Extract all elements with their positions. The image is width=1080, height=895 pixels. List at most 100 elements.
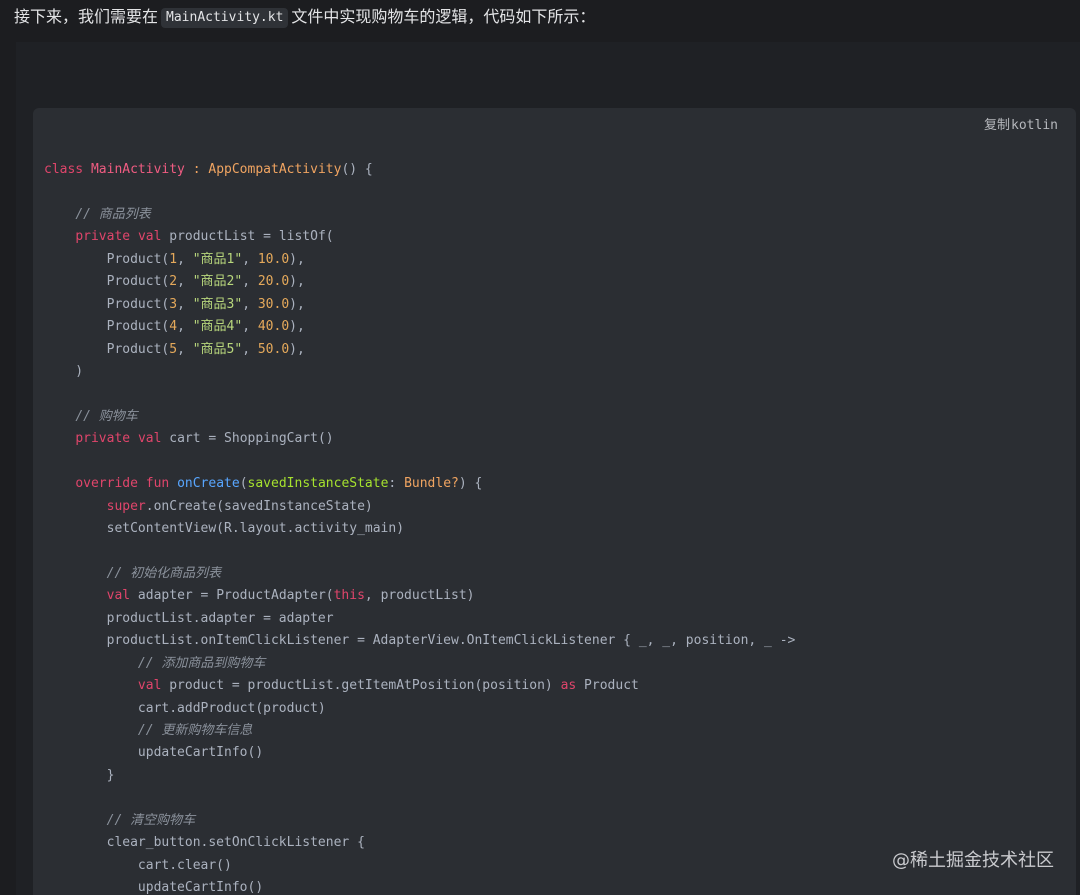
code-token: 3: [169, 296, 178, 312]
watermark: @稀土掘金技术社区: [892, 850, 1054, 871]
code-token: val: [106, 588, 131, 604]
code-token: "商品1": [192, 251, 243, 267]
code-token: ,: [177, 296, 193, 312]
code-token: // 商品列表: [75, 206, 151, 222]
code-line: Product(2, "商品2", 20.0),: [44, 271, 1076, 293]
code-line: private val productList = listOf(: [44, 226, 1076, 248]
code-line: // 更新购物车信息: [44, 720, 1076, 742]
code-token: 50.0: [257, 341, 290, 357]
code-token: 4: [169, 319, 178, 335]
code-token: 2: [169, 274, 178, 290]
code-token: "商品4": [192, 319, 243, 335]
code-line: Product(1, "商品1", 10.0),: [44, 249, 1076, 271]
code-token: clear_button.setOnClickListener {: [44, 835, 365, 851]
code-token: cart.addProduct(product): [44, 700, 326, 716]
code-token: // 更新购物车信息: [137, 722, 253, 738]
code-token: "商品2": [192, 274, 243, 290]
code-token: 30.0: [257, 296, 290, 312]
code-token: val: [137, 678, 162, 694]
code-token: ),: [289, 274, 305, 290]
code-token: as: [560, 678, 577, 694]
code-token: ,: [177, 251, 193, 267]
code-token: cart = ShoppingCart(): [161, 431, 334, 447]
code-line: updateCartInfo(): [44, 742, 1076, 764]
code-line: }: [44, 765, 1076, 787]
code-token: AppCompatActivity: [208, 162, 342, 177]
code-token: ),: [289, 251, 305, 267]
code-token: , productList): [364, 588, 475, 604]
code-line: setContentView(R.layout.activity_main): [44, 518, 1076, 540]
code-token: ),: [289, 341, 305, 357]
code-token: ,: [242, 251, 258, 267]
code-line: override fun onCreate(savedInstanceState…: [44, 473, 1076, 495]
code-token: productList = listOf(: [161, 229, 334, 245]
inline-code-filename: MainActivity.kt: [161, 8, 289, 28]
code-token: ),: [289, 296, 305, 312]
code-token: fun: [145, 476, 170, 492]
code-token: productList.onItemClickListener = Adapte…: [44, 633, 796, 649]
code-line: cart.addProduct(product): [44, 698, 1076, 720]
code-token: :: [388, 476, 405, 492]
code-token: () {: [341, 162, 373, 177]
code-line: val adapter = ProductAdapter(this, produ…: [44, 585, 1076, 607]
code-token: Bundle?: [404, 476, 459, 492]
code-token: super: [106, 498, 146, 514]
code-line: super.onCreate(savedInstanceState): [44, 496, 1076, 518]
code-token: productList.adapter = adapter: [44, 610, 334, 626]
code-line: // 清空购物车: [44, 810, 1076, 832]
code-token: setContentView(R.layout.activity_main): [44, 521, 405, 536]
code-token: Product(: [44, 341, 170, 357]
code-token: Product(: [44, 251, 170, 267]
code-token: (: [239, 476, 248, 492]
code-token: ,: [242, 341, 258, 357]
code-token: 20.0: [257, 274, 290, 290]
code-token: ,: [242, 319, 258, 335]
code-line: class MainActivity : AppCompatActivity()…: [44, 159, 1076, 181]
copy-button[interactable]: 复制: [984, 118, 1010, 133]
code-token: ,: [177, 341, 193, 357]
code-token: onCreate: [177, 476, 240, 492]
code-token: ,: [177, 319, 193, 335]
code-token: 5: [169, 341, 178, 357]
code-token: ),: [289, 319, 305, 335]
code-token: savedInstanceState: [247, 476, 389, 492]
code-token: // 清空购物车: [106, 812, 196, 828]
code-token: class: [44, 162, 84, 177]
code-line: // 购物车: [44, 406, 1076, 428]
code-token: override: [75, 476, 138, 492]
code-token: // 初始化商品列表: [106, 565, 222, 581]
code-token: cart.clear(): [44, 857, 232, 873]
code-token: updateCartInfo(): [44, 880, 264, 895]
code-token: Product(: [44, 274, 170, 290]
code-token: ,: [242, 274, 258, 290]
code-line: Product(5, "商品5", 50.0),: [44, 339, 1076, 361]
code-token: val: [137, 229, 162, 245]
intro-text-after: 文件中实现购物车的逻辑，代码如下所示：: [291, 7, 596, 26]
code-token: updateCartInfo(): [44, 745, 264, 761]
code-token: ,: [242, 296, 258, 312]
code-block: 复制kotlin class MainActivity : AppCompatA…: [33, 108, 1076, 895]
code-token: 1: [169, 251, 178, 267]
code-token: "商品3": [192, 296, 243, 312]
code-token: "商品5": [192, 341, 243, 357]
code-content: class MainActivity : AppCompatActivity()…: [44, 159, 1076, 895]
code-line: // 初始化商品列表: [44, 563, 1076, 585]
code-token: Product(: [44, 296, 170, 312]
intro-paragraph: 接下来，我们需要在 MainActivity.kt 文件中实现购物车的逻辑，代码如下…: [14, 6, 595, 28]
